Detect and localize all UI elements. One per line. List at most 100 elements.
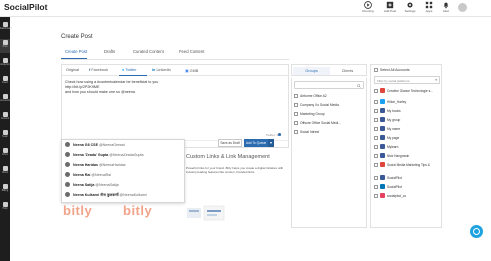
mention-item[interactable]: Neena Haridas @NeenaHaridas (62, 160, 184, 170)
checkbox[interactable] (294, 120, 298, 125)
sidebar-item-accounts[interactable]: Accounts (0, 93, 10, 107)
account-avatar (380, 175, 385, 180)
checkbox[interactable] (374, 88, 378, 93)
apps-icon (425, 1, 433, 9)
tab-clients[interactable]: Clients (329, 67, 366, 75)
tab-curated-content[interactable]: Curated Content (133, 49, 164, 54)
sidebar-item-team[interactable]: Team (0, 129, 10, 143)
account-item[interactable]: SocialPilot (374, 183, 442, 191)
network-tab-indicator (119, 75, 147, 76)
brand-logo[interactable]: SocialPilot (4, 2, 47, 12)
checkbox[interactable] (374, 153, 378, 158)
tab-linkedin[interactable]: in LinkedIn (152, 68, 171, 72)
account-item[interactable]: My group (374, 116, 442, 124)
checkbox[interactable] (374, 117, 378, 122)
account-item[interactable]: My page (374, 134, 442, 142)
tab-drafts[interactable]: Drafts (104, 49, 115, 54)
tab-original[interactable]: Original (66, 68, 79, 72)
account-item[interactable]: Social Media Marketing Tips & (374, 161, 442, 169)
checkbox[interactable] (294, 111, 298, 116)
account-avatar (380, 126, 385, 131)
account-item[interactable]: Nick Hangrowin (374, 152, 442, 160)
counter-indicator-icon (278, 133, 281, 136)
account-item[interactable]: socialpilot_co (374, 192, 442, 200)
account-item[interactable]: Creative Glance Technologie s... (374, 87, 442, 95)
top-bar: SocialPilot Running Add Post Settings Ap… (0, 0, 491, 17)
checkbox[interactable] (374, 108, 378, 113)
queue-options-button[interactable]: ▾ (268, 139, 274, 147)
mention-item[interactable]: Neena Kulkarni नीना कुलकर्णी @NeenaKulka… (62, 190, 184, 200)
sidebar-item-help[interactable]: Help (0, 201, 10, 215)
checkbox[interactable] (294, 129, 298, 134)
chat-icon (473, 228, 480, 235)
tab-groups[interactable]: Groups (293, 67, 330, 75)
mention-item[interactable]: Neena 'Zeada' Gupta @NeenaZeadaGupta (62, 150, 184, 160)
post-editor[interactable]: Check how using a #contentcalendar be be… (63, 77, 287, 137)
editor-line: http://bit.ly/2P2K9ME (65, 85, 100, 89)
chevron-down-icon: ▾ (269, 140, 272, 145)
account-item[interactable]: Mylearn (374, 143, 442, 151)
tab-create-post[interactable]: Create Post (65, 49, 87, 54)
mention-item[interactable]: Neena Satija @NeenaSatija (62, 180, 184, 190)
link-preview-thumbnail[interactable] (186, 204, 226, 224)
settings-button[interactable]: Settings (401, 1, 419, 13)
checkbox[interactable] (374, 175, 378, 180)
editor-line: Check how using a #contentcalendar be be… (65, 80, 159, 84)
editor-line: and how you should make one so @neena (65, 90, 135, 94)
page-title: Create Post (61, 34, 93, 40)
account-item[interactable]: SocialPilot (374, 174, 442, 182)
sidebar-item-dashboard[interactable]: Dashboard (0, 21, 12, 35)
group-item[interactable]: Airborne Office A2 (294, 92, 366, 100)
apps-button[interactable]: Apps (420, 1, 438, 13)
checkbox[interactable] (374, 135, 378, 140)
avatar[interactable] (458, 3, 467, 12)
save-as-draft-button[interactable]: Save as Draft (218, 139, 242, 147)
group-search-input[interactable] (294, 81, 364, 89)
mention-item[interactable]: Neena Rai @NeenaRai (62, 170, 184, 180)
bell-icon (443, 2, 449, 9)
mention-item[interactable]: Neena G8 CSE @NeenaGrewal (62, 140, 184, 150)
account-item[interactable]: Hilton_Harley (374, 98, 442, 106)
sidebar-item-inbox[interactable]: Inbox (0, 147, 10, 161)
tabs-divider (61, 59, 289, 60)
tab-feed-content[interactable]: Feed Content (179, 49, 204, 54)
group-item[interactable]: Company Xo Social Media (294, 101, 366, 109)
sidebar-item-feed[interactable]: Feed (0, 75, 10, 89)
sidebar-item-billing[interactable]: Billing (0, 183, 10, 197)
checkbox[interactable] (374, 184, 378, 189)
sidebar-item-client[interactable]: Client (0, 165, 10, 179)
bitly-logo: bitly (63, 203, 93, 218)
group-item[interactable]: Social Intrest (294, 128, 366, 136)
group-item[interactable]: Marketing Group (294, 110, 366, 118)
chat-button[interactable] (470, 225, 483, 238)
group-item[interactable]: Offsore Office Social Medi... (294, 119, 366, 127)
chevron-down-icon: ▾ (435, 78, 437, 82)
mention-dropdown: Neena G8 CSE @NeenaGrewal Neena 'Zeada' … (61, 139, 185, 203)
account-avatar (380, 108, 385, 113)
checkbox[interactable] (374, 68, 378, 72)
add-post-button[interactable]: Add Post (381, 1, 399, 13)
alert-button[interactable]: Alert (437, 1, 455, 13)
add-to-queue-button[interactable]: Add To Queue (244, 139, 268, 147)
tab-twitter[interactable]: ● Twitter (122, 68, 136, 72)
sidebar-item-content[interactable]: Content (0, 111, 10, 125)
platform-filter-select[interactable]: Filter by social platforms ▾ (374, 76, 440, 84)
checkbox[interactable] (294, 93, 298, 98)
account-item[interactable]: My name (374, 125, 442, 133)
checkbox[interactable] (294, 102, 298, 107)
checkbox[interactable] (374, 193, 378, 198)
checkbox[interactable] (374, 126, 378, 131)
sidebar-item-post[interactable]: Post (0, 39, 10, 53)
checkbox[interactable] (374, 162, 378, 167)
avatar (65, 152, 70, 157)
checkbox[interactable] (374, 99, 378, 104)
add-post-icon (386, 1, 394, 9)
running-button[interactable]: Running (359, 1, 377, 13)
account-item[interactable]: My books (374, 107, 442, 115)
tab-facebook[interactable]: f Facebook (89, 68, 108, 72)
play-icon (364, 1, 372, 9)
checkbox[interactable] (374, 144, 378, 149)
tab-gmb[interactable]: ▣ GMB (185, 68, 198, 73)
avatar (65, 162, 70, 167)
sidebar-item-analytics[interactable]: Analytics (0, 57, 10, 71)
